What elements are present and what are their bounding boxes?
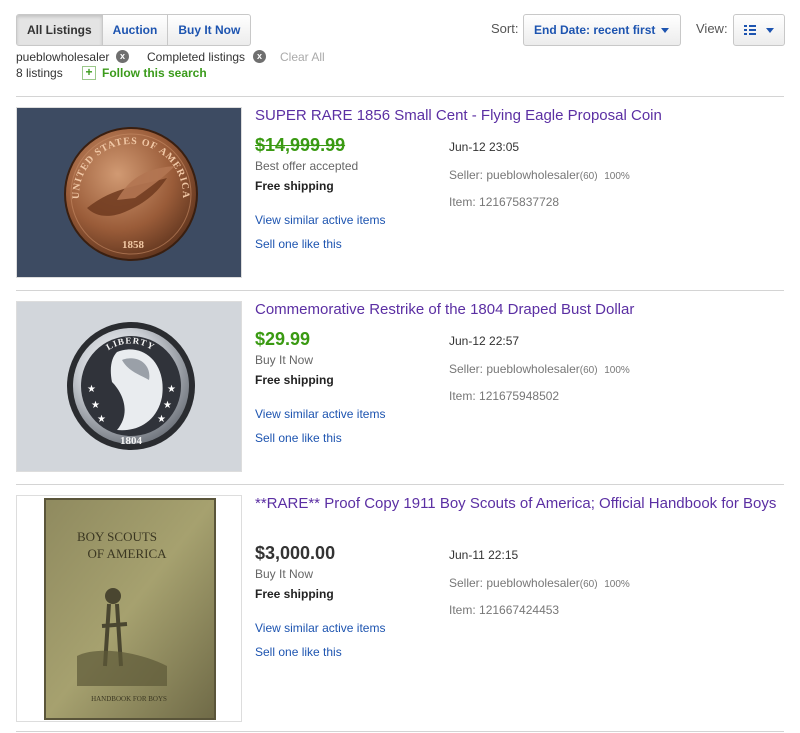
seller-score: (60): [579, 579, 598, 590]
item-number-row: Item: 121675837728: [449, 195, 559, 209]
svg-text:★: ★: [87, 384, 96, 395]
end-date: Jun-12 22:57: [449, 334, 520, 348]
seller-name[interactable]: pueblowholesaler: [486, 576, 579, 590]
seller-name[interactable]: pueblowholesaler: [486, 168, 579, 182]
item-number-row: Item: 121667424453: [449, 603, 559, 617]
item-label: Item:: [449, 195, 476, 209]
item-number-row: Item: 121675948502: [449, 389, 559, 403]
seller-feedback-pct: 100%: [604, 579, 630, 590]
view-similar-link[interactable]: View similar active items: [255, 213, 385, 227]
follow-search-button[interactable]: + Follow this search: [82, 66, 207, 80]
sort-label: Sort:: [491, 21, 519, 36]
svg-text:1858: 1858: [122, 239, 145, 251]
svg-text:OF AMERICA: OF AMERICA: [87, 546, 167, 561]
seller-feedback-pct: 100%: [604, 171, 630, 182]
tab-buy-it-now[interactable]: Buy It Now: [167, 15, 250, 45]
filter-chip-completed: Completed listings: [147, 50, 246, 64]
filter-chip-seller: pueblowholesaler: [16, 50, 110, 64]
item-number: 121675837728: [479, 195, 560, 209]
view-dropdown[interactable]: [733, 14, 785, 46]
listing-image[interactable]: UNITED STATES OF AMERICA 1858: [16, 107, 242, 278]
svg-text:BOY SCOUTS: BOY SCOUTS: [77, 529, 157, 544]
seller-label: Seller:: [449, 362, 484, 376]
sell-one-like-this-link[interactable]: Sell one like this: [255, 431, 342, 445]
tab-auction[interactable]: Auction: [101, 15, 168, 45]
seller-label: Seller:: [449, 576, 484, 590]
listing-price: $3,000.00: [255, 543, 336, 563]
book-photo: BOY SCOUTS OF AMERICA HANDBOOK FOR BOYS: [17, 496, 241, 721]
listing-status: Best offer accepted: [255, 159, 359, 173]
seller-label: Seller:: [449, 168, 484, 182]
item-number: 121667424453: [479, 603, 560, 617]
seller-score: (60): [579, 365, 598, 376]
seller-score: (60): [579, 171, 598, 182]
coin-photo: LIBERTY ★★ ★★ ★★ 1804: [17, 302, 241, 471]
svg-text:HANDBOOK FOR BOYS: HANDBOOK FOR BOYS: [91, 695, 167, 703]
listing-image[interactable]: LIBERTY ★ ★ ★ ★ ★ ★ 1804: [16, 301, 242, 472]
listing-title[interactable]: Commemorative Restrike of the 1804 Drape…: [255, 299, 783, 320]
listing-price: $29.99: [255, 329, 311, 349]
shipping-info: Free shipping: [255, 179, 334, 193]
chevron-down-icon: [661, 28, 669, 33]
seller-info: Seller: pueblowholesaler(60) 100%: [449, 362, 630, 376]
listing-title[interactable]: **RARE** Proof Copy 1911 Boy Scouts of A…: [255, 493, 783, 514]
svg-text:★: ★: [167, 384, 176, 395]
listing-price: $14,999.99: [255, 135, 346, 155]
listing-image[interactable]: BOY SCOUTS OF AMERICA HANDBOOK FOR BOYS: [16, 495, 242, 722]
tab-all-listings[interactable]: All Listings: [17, 15, 102, 45]
remove-filter-icon[interactable]: x: [253, 50, 266, 63]
coin-photo: UNITED STATES OF AMERICA 1858: [17, 108, 241, 277]
end-date: Jun-11 22:15: [449, 548, 519, 562]
divider: [16, 290, 784, 291]
svg-text:1804: 1804: [120, 435, 143, 447]
follow-label: Follow this search: [102, 66, 207, 80]
listing-type-tabs: All Listings Auction Buy It Now: [16, 14, 252, 46]
remove-filter-icon[interactable]: x: [116, 50, 129, 63]
clear-all-link[interactable]: Clear All: [280, 50, 325, 64]
sell-one-like-this-link[interactable]: Sell one like this: [255, 237, 342, 251]
sort-value: End Date: recent first: [534, 23, 656, 37]
chevron-down-icon: [766, 28, 774, 33]
view-similar-link[interactable]: View similar active items: [255, 621, 385, 635]
listing-status: Buy It Now: [255, 353, 314, 367]
list-view-icon: [744, 25, 756, 36]
svg-text:★: ★: [157, 414, 166, 425]
shipping-info: Free shipping: [255, 587, 334, 601]
shipping-info: Free shipping: [255, 373, 334, 387]
plus-icon: +: [82, 66, 96, 80]
seller-name[interactable]: pueblowholesaler: [486, 362, 579, 376]
divider: [16, 731, 784, 732]
view-similar-link[interactable]: View similar active items: [255, 407, 385, 421]
item-number: 121675948502: [479, 389, 560, 403]
view-label: View:: [696, 21, 728, 36]
sort-dropdown[interactable]: End Date: recent first: [523, 14, 681, 46]
sell-one-like-this-link[interactable]: Sell one like this: [255, 645, 342, 659]
divider: [16, 484, 784, 485]
listing-status: Buy It Now: [255, 567, 314, 581]
seller-feedback-pct: 100%: [604, 365, 630, 376]
svg-text:★: ★: [97, 414, 106, 425]
end-date: Jun-12 23:05: [449, 140, 520, 154]
svg-text:★: ★: [91, 400, 100, 411]
seller-info: Seller: pueblowholesaler(60) 100%: [449, 168, 630, 182]
item-label: Item:: [449, 603, 476, 617]
divider: [16, 96, 784, 97]
listing-count: 8 listings: [16, 66, 63, 80]
item-label: Item:: [449, 389, 476, 403]
svg-text:★: ★: [163, 400, 172, 411]
listing-title[interactable]: SUPER RARE 1856 Small Cent - Flying Eagl…: [255, 105, 783, 126]
seller-info: Seller: pueblowholesaler(60) 100%: [449, 576, 630, 590]
